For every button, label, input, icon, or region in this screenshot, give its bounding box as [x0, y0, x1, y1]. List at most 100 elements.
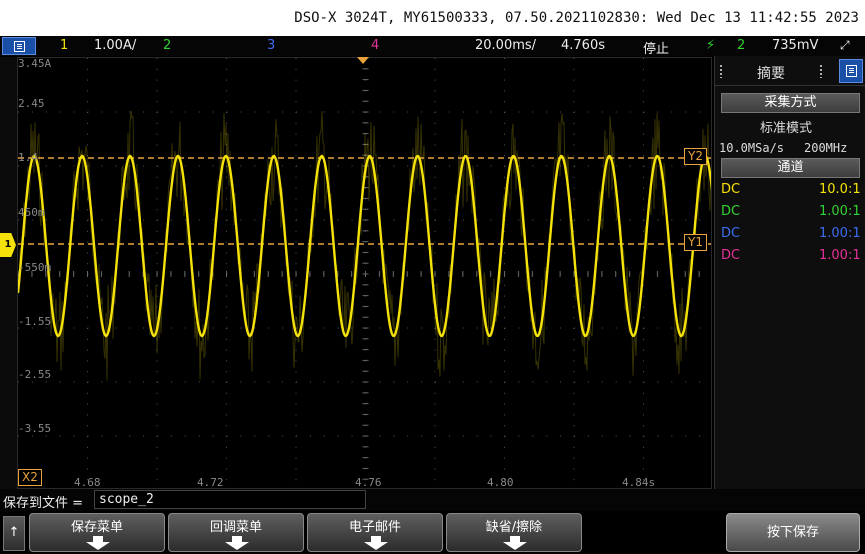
trigger-level[interactable]: 735mV: [772, 38, 818, 53]
grid-dot: [87, 90, 88, 92]
grid-dot: [643, 219, 645, 221]
grid-dot: [504, 241, 505, 243]
grid-dot: [643, 284, 644, 286]
grid-dot: [240, 219, 242, 221]
grid-dot: [295, 176, 297, 178]
grid-dot: [504, 468, 505, 470]
grid-dot: [156, 284, 158, 286]
grid-dot: [87, 122, 88, 124]
grid-dot: [643, 338, 644, 340]
grid-dot: [435, 219, 436, 221]
instrument-title: DSO-X 3024T, MY61500333, 07.50.202110283…: [294, 10, 859, 26]
timebase[interactable]: 20.00ms/: [475, 38, 536, 53]
grid-dot: [435, 111, 436, 113]
grid-dot: [560, 435, 562, 437]
grid-dot: [643, 327, 645, 329]
ch2-label[interactable]: 2: [163, 38, 171, 53]
main-menu-button[interactable]: [2, 37, 36, 55]
grid-dot: [268, 111, 270, 113]
grid-dot: [573, 79, 575, 81]
grid-dot: [504, 403, 505, 405]
grid-dot: [573, 457, 575, 459]
grid-dot: [573, 414, 575, 416]
email-softkey[interactable]: 电子邮件: [307, 513, 443, 552]
grid-dot: [45, 435, 47, 437]
grid-dot: [337, 219, 339, 221]
grid-dot: [574, 381, 575, 383]
save-menu-softkey[interactable]: 保存菜单: [29, 513, 165, 552]
ch1-label[interactable]: 1: [60, 38, 68, 53]
grid-dot: [504, 306, 505, 308]
grid-dot: [156, 187, 158, 189]
y-tick-label: 2.45: [18, 97, 45, 110]
grid-dot: [226, 219, 228, 221]
grid-dot: [156, 176, 158, 178]
grid-dot: [337, 381, 339, 383]
grid-dot: [73, 327, 75, 329]
press-to-save-softkey[interactable]: 按下保存: [726, 513, 860, 552]
panel-menu-button[interactable]: [839, 59, 863, 83]
time-delay[interactable]: 4.760s: [561, 38, 605, 53]
grid-dot: [573, 338, 575, 340]
grid-dot: [643, 68, 644, 70]
grid-dot: [643, 295, 644, 297]
grid-dot: [573, 230, 575, 232]
grid-dot: [184, 165, 186, 167]
grid-dot: [560, 219, 562, 221]
grid-dot: [156, 133, 158, 135]
drag-handle-icon[interactable]: [719, 64, 723, 78]
summary-panel-header: 摘要: [715, 56, 865, 86]
drag-handle-icon[interactable]: [819, 64, 823, 78]
grid-dot: [296, 111, 297, 113]
ch3-label[interactable]: 3: [267, 38, 275, 53]
grid-dot: [87, 327, 89, 329]
acquisition-section-header[interactable]: 采集方式: [721, 93, 860, 113]
cursor-x2-tag[interactable]: X2: [18, 469, 42, 486]
ch1-scale[interactable]: 1.00A/: [94, 38, 136, 53]
ch4-label[interactable]: 4: [371, 38, 379, 53]
grid-dot: [573, 371, 575, 373]
grid-dot: [323, 435, 325, 437]
grid-dot: [87, 230, 88, 232]
grid-dot: [657, 111, 659, 113]
y-tick-label: 450m: [18, 206, 45, 219]
grid-dot: [254, 435, 256, 437]
grid-dot: [295, 392, 297, 394]
grid-dot: [574, 219, 575, 221]
ch1-ground-marker[interactable]: 1: [0, 233, 16, 257]
recall-menu-softkey[interactable]: 回调菜单: [168, 513, 304, 552]
grid-dot: [212, 435, 214, 437]
grid-dot: [434, 155, 436, 157]
trigger-channel[interactable]: 2: [737, 38, 745, 53]
grid-dot: [184, 111, 186, 113]
grid-dot: [170, 111, 172, 113]
grid-dot: [18, 219, 19, 221]
grid-dot: [296, 165, 297, 167]
expand-icon[interactable]: ⤢: [840, 38, 850, 53]
cursor-y2-tag[interactable]: Y2: [684, 148, 707, 165]
grid-dot: [156, 479, 158, 481]
grid-dot: [448, 327, 450, 329]
run-state: 停止: [643, 42, 670, 57]
ch4-coupling: DC: [721, 248, 741, 263]
grid-dot: [156, 392, 158, 394]
grid-dot: [546, 219, 548, 221]
grid-dot: [518, 219, 520, 221]
grid-dot: [87, 58, 88, 59]
filename-field[interactable]: scope_2: [94, 490, 366, 509]
grid-dot: [157, 219, 158, 221]
softkey-label: 保存菜单: [70, 520, 123, 535]
default-erase-softkey[interactable]: 缺省/擦除: [446, 513, 582, 552]
grid-dot: [198, 219, 200, 221]
grid-dot: [115, 219, 117, 221]
grid-dot: [504, 122, 505, 124]
grid-dot: [351, 381, 353, 383]
back-up-key[interactable]: ↑: [3, 516, 25, 551]
cursor-y1-tag[interactable]: Y1: [684, 234, 707, 251]
grid-dot: [295, 144, 297, 146]
grid-dot: [337, 111, 339, 113]
grid-dot: [573, 392, 575, 394]
channel-section-header[interactable]: 通道: [721, 158, 860, 178]
trigger-position-marker[interactable]: [357, 57, 369, 64]
waveform-display[interactable]: [17, 57, 712, 489]
